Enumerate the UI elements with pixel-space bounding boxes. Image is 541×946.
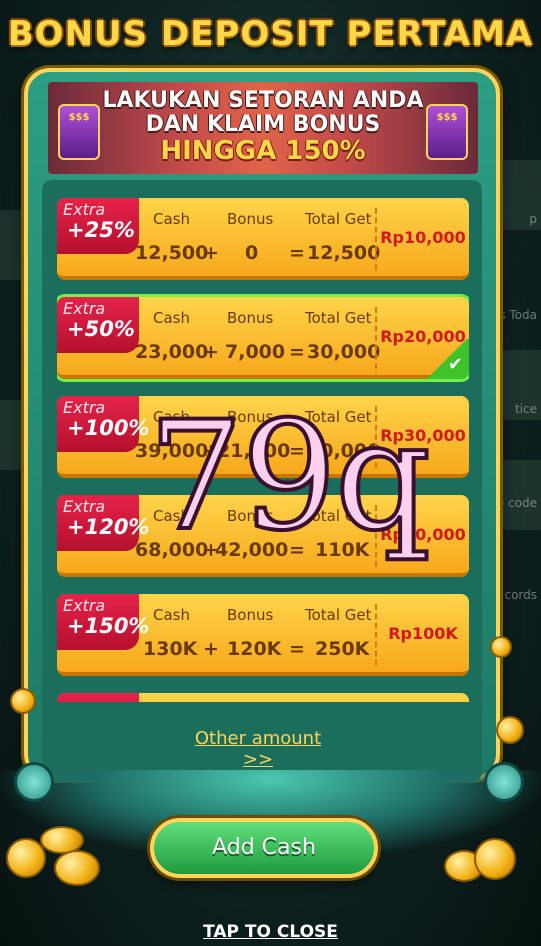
cash-value: 12,500: [135, 242, 209, 264]
pillar-decoration: [14, 762, 54, 802]
extra-percent: +150%: [67, 614, 150, 638]
checkmark-icon: ✔: [425, 339, 469, 379]
banner-line-1: LAKUKAN SETORAN ANDA: [102, 88, 424, 113]
extra-label: Extra: [63, 596, 106, 615]
equals-sign: =: [289, 638, 305, 660]
other-amount-link[interactable]: Other amount >>: [178, 728, 338, 770]
bonus-header: Bonus: [227, 210, 274, 228]
extra-percent: +100%: [67, 416, 150, 440]
total-header: Total Get: [305, 606, 372, 624]
ticket-divider: [375, 307, 377, 369]
bonus-value: 0: [245, 242, 259, 264]
total-value: 250K: [315, 638, 370, 660]
background-label: cords: [504, 588, 537, 602]
bonus-value: 120K: [227, 638, 282, 660]
ticket-divider: [375, 604, 377, 666]
pillar-decoration: [484, 762, 524, 802]
extra-ribbon: Extra +150%: [57, 594, 149, 650]
add-cash-button[interactable]: Add Cash: [150, 818, 378, 878]
extra-ribbon: Extra +120%: [57, 495, 149, 551]
coin-icon: [496, 716, 524, 744]
equals-sign: =: [289, 341, 305, 363]
cash-header: Cash: [153, 309, 190, 327]
bonus-header: Bonus: [227, 606, 274, 624]
deposit-option-row[interactable]: Extra +25% Cash Bonus Total Get 12,500 +…: [57, 198, 469, 280]
total-header: Total Get: [305, 309, 372, 327]
cash-header: Cash: [153, 606, 190, 624]
extra-ribbon: Extra +50%: [57, 297, 139, 353]
price-label: Rp10,000: [380, 228, 466, 247]
cash-header: Cash: [153, 210, 190, 228]
extra-ribbon: [57, 693, 139, 702]
bonus-header: Bonus: [227, 309, 274, 327]
extra-percent: +25%: [67, 218, 135, 242]
banner-line-2: DAN KLAIM BONUS: [145, 112, 381, 137]
coin-icon: [54, 850, 100, 886]
plus-sign: +: [203, 638, 219, 660]
background-label: tice: [514, 402, 537, 416]
deposit-option-row-selected[interactable]: Extra +50% Cash Bonus Total Get 23,000 +…: [57, 297, 469, 379]
cash-value: 23,000: [135, 341, 209, 363]
background-label: s Toda: [499, 308, 537, 322]
tap-to-close-button[interactable]: TAP TO CLOSE: [0, 922, 541, 942]
extra-percent: +120%: [67, 515, 150, 539]
total-header: Total Get: [305, 210, 372, 228]
background-label: p: [529, 212, 537, 226]
background-app-tile: [494, 460, 541, 530]
extra-label: Extra: [63, 200, 106, 219]
coin-icon: [490, 636, 512, 658]
extra-percent: +50%: [67, 317, 135, 341]
checkmark-glyph: ✔: [447, 354, 463, 375]
extra-ribbon: Extra +25%: [57, 198, 139, 254]
deposit-option-row[interactable]: [57, 693, 469, 702]
deposit-option-row[interactable]: Extra +150% Cash Bonus Total Get 130K + …: [57, 594, 469, 676]
ticket-divider: [375, 208, 377, 270]
watermark-text: 79q: [146, 390, 433, 564]
coin-icon: [474, 838, 516, 880]
page-title: BONUS DEPOSIT PERTAMA: [7, 14, 534, 54]
plus-sign: +: [203, 341, 219, 363]
total-value: 12,500: [307, 242, 381, 264]
banner-line-3: HINGGA 150%: [160, 136, 366, 166]
coin-icon: [10, 688, 36, 714]
bonus-value: 7,000: [225, 341, 286, 363]
extra-label: Extra: [63, 398, 106, 417]
extra-ribbon: Extra +100%: [57, 396, 149, 452]
total-value: 30,000: [307, 341, 381, 363]
promo-banner: LAKUKAN SETORAN ANDA DAN KLAIM BONUS HIN…: [48, 82, 478, 174]
price-label: Rp100K: [388, 624, 458, 643]
cash-value: 130K: [143, 638, 198, 660]
equals-sign: =: [289, 242, 305, 264]
plus-sign: +: [203, 242, 219, 264]
extra-label: Extra: [63, 497, 106, 516]
extra-label: Extra: [63, 299, 106, 318]
